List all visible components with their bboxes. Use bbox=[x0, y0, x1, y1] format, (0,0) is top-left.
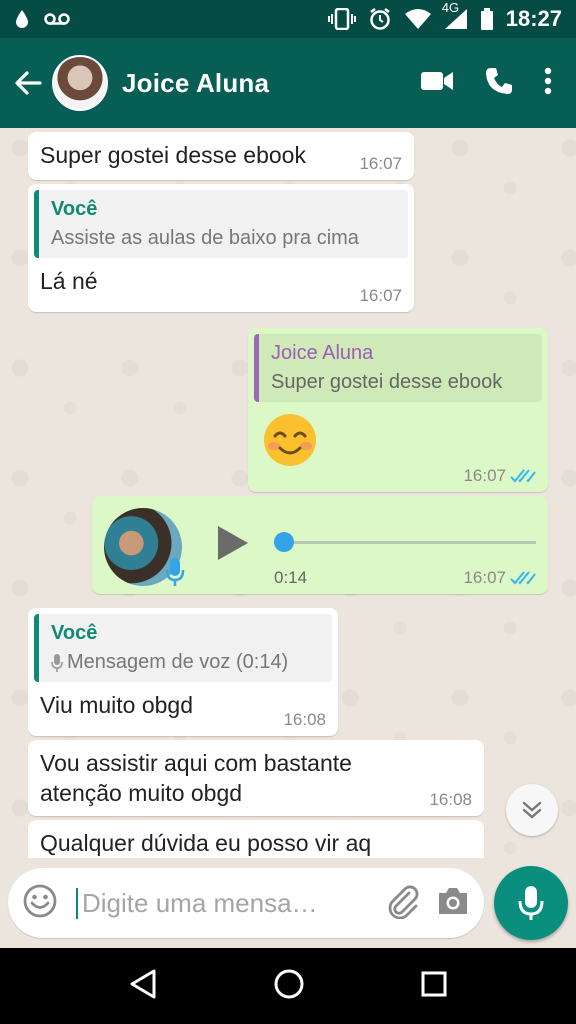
message-text-line: Vou assistir aqui com bastante bbox=[40, 750, 352, 776]
back-arrow-icon[interactable] bbox=[6, 61, 50, 105]
voice-progress-knob[interactable] bbox=[274, 532, 294, 552]
message-bubble-outgoing[interactable]: Joice Aluna Super gostei desse ebook 16:… bbox=[248, 328, 548, 492]
emoji-icon[interactable] bbox=[22, 883, 58, 924]
message-bubble-incoming[interactable]: Vou assistir aqui com bastante atenção m… bbox=[28, 740, 484, 816]
wifi-icon bbox=[404, 8, 432, 30]
quote-text: Super gostei desse ebook bbox=[271, 371, 503, 393]
quoted-message[interactable]: Joice Aluna Super gostei desse ebook bbox=[254, 334, 542, 402]
paperclip-icon[interactable] bbox=[384, 883, 420, 924]
message-text: Qualquer dúvida eu posso vir aq bbox=[40, 830, 372, 856]
scroll-to-bottom-button[interactable] bbox=[506, 784, 558, 836]
voice-duration: 0:14 bbox=[274, 568, 308, 587]
message-time: 16:07 bbox=[359, 286, 402, 305]
voice-progress-track[interactable] bbox=[274, 541, 536, 544]
camera-icon[interactable] bbox=[436, 886, 470, 921]
drop-icon bbox=[14, 9, 30, 29]
message-time: 16:07 bbox=[359, 154, 402, 173]
smiling-face-icon bbox=[264, 414, 316, 466]
message-text-line: atenção muito obgd bbox=[40, 780, 243, 806]
quote-author: Joice Aluna bbox=[271, 342, 374, 364]
message-bubble-incoming[interactable]: Super gostei desse ebook 16:07 bbox=[28, 132, 414, 180]
nav-recents-icon[interactable] bbox=[420, 970, 448, 1003]
quoted-message[interactable]: Você Mensagem de voz (0:14) bbox=[34, 614, 332, 682]
vibrate-icon bbox=[327, 8, 356, 30]
quote-text: Assiste as aulas de baixo pra cima bbox=[51, 227, 359, 249]
message-composer bbox=[8, 868, 484, 938]
video-call-icon[interactable] bbox=[420, 70, 454, 97]
message-text: Lá né bbox=[40, 268, 98, 294]
mic-icon bbox=[164, 556, 186, 594]
message-time: 16:07 bbox=[463, 568, 506, 587]
battery-icon bbox=[480, 8, 494, 30]
message-bubble-incoming[interactable]: Qualquer dúvida eu posso vir aq bbox=[28, 820, 484, 858]
input-bar bbox=[0, 858, 576, 948]
alarm-icon bbox=[368, 7, 392, 31]
mic-icon bbox=[51, 653, 63, 672]
double-chevron-down-icon bbox=[522, 801, 542, 819]
message-bubble-incoming[interactable]: Você Assiste as aulas de baixo pra cima … bbox=[28, 184, 414, 312]
nav-home-icon[interactable] bbox=[273, 968, 305, 1005]
message-time: 16:07 bbox=[463, 466, 506, 485]
message-time: 16:08 bbox=[429, 790, 472, 809]
message-input[interactable] bbox=[76, 887, 326, 919]
voice-record-button[interactable] bbox=[494, 866, 568, 940]
emoji-message bbox=[254, 412, 542, 474]
voice-message-bubble[interactable]: 0:14 16:07 bbox=[92, 496, 548, 594]
chat-header: Joice Aluna bbox=[0, 38, 576, 128]
mic-icon bbox=[518, 886, 544, 920]
quote-author: Você bbox=[51, 622, 98, 644]
message-bubble-incoming[interactable]: Você Mensagem de voz (0:14) Viu muito ob… bbox=[28, 608, 338, 736]
play-icon[interactable] bbox=[216, 524, 250, 568]
read-ticks-icon bbox=[510, 469, 536, 483]
quote-author: Você bbox=[51, 198, 98, 220]
system-nav-bar bbox=[0, 948, 576, 1024]
chat-area[interactable]: Super gostei desse ebook 16:07 Você Assi… bbox=[0, 128, 576, 858]
nav-back-icon[interactable] bbox=[128, 968, 158, 1005]
message-time: 16:08 bbox=[283, 710, 326, 729]
quote-text: Mensagem de voz (0:14) bbox=[51, 651, 320, 674]
clock: 18:27 bbox=[505, 6, 562, 31]
contact-avatar[interactable] bbox=[52, 55, 108, 111]
read-ticks-icon bbox=[510, 571, 536, 585]
quoted-message[interactable]: Você Assiste as aulas de baixo pra cima bbox=[34, 190, 408, 258]
more-icon[interactable] bbox=[544, 67, 552, 100]
status-bar: 4G 18:27 bbox=[0, 0, 576, 38]
message-text: Super gostei desse ebook bbox=[40, 142, 306, 168]
network-type: 4G bbox=[441, 0, 460, 15]
voicemail-icon bbox=[44, 12, 70, 26]
contact-name[interactable]: Joice Aluna bbox=[122, 68, 269, 99]
phone-icon[interactable] bbox=[484, 66, 514, 101]
